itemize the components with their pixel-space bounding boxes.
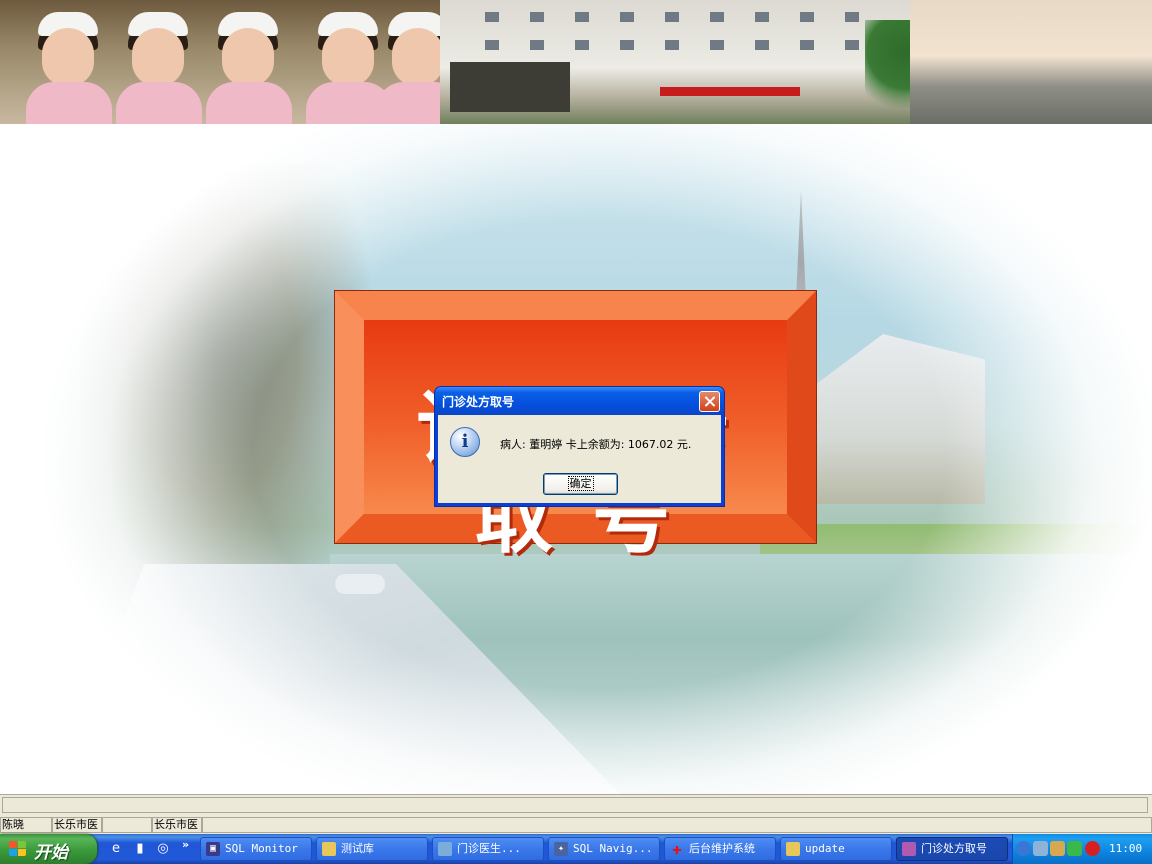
- sql-monitor-icon: ▣: [206, 842, 220, 856]
- ok-button-label: 确定: [567, 476, 594, 491]
- ie-icon[interactable]: e: [108, 841, 124, 857]
- app-icon: [438, 842, 452, 856]
- close-icon[interactable]: [699, 391, 720, 412]
- status-bar: 陈晓 长乐市医 长乐市医: [0, 816, 1152, 834]
- task-label: SQL Navig...: [573, 842, 653, 855]
- task-label: 测试库: [341, 842, 374, 855]
- task-label: 门诊处方取号: [921, 842, 987, 855]
- header-banner-image: [0, 0, 1152, 124]
- dialog-body: 病人: 董明婷 卡上余额为: 1067.02 元. 确定: [438, 415, 721, 503]
- clock: 11:00: [1109, 842, 1143, 855]
- task-label: 后台维护系统: [689, 842, 755, 855]
- task-label: 门诊医生...: [457, 842, 521, 855]
- status-panel-operator: 陈晓: [0, 817, 52, 833]
- nurses-photo: [0, 0, 462, 124]
- browser-icon[interactable]: ◎: [155, 841, 171, 857]
- task-update[interactable]: update: [780, 837, 892, 861]
- windows-logo-icon: [9, 841, 27, 857]
- status-panel-rest: [202, 817, 1152, 833]
- stop-icon[interactable]: [1085, 841, 1100, 856]
- task-label: update: [805, 842, 845, 855]
- status-bar-top: [0, 794, 1152, 816]
- red-cross-icon: ✚: [672, 839, 682, 858]
- ok-button[interactable]: 确定: [543, 473, 618, 495]
- info-icon: [450, 427, 480, 457]
- taskbar: 开始 e ▮ ◎ » ▣ SQL Monitor 测试库 门诊医生... ✦ S…: [0, 834, 1152, 864]
- dialog-titlebar[interactable]: 门诊处方取号: [435, 387, 724, 415]
- network-icon[interactable]: [1050, 841, 1065, 856]
- side-building-photo: [910, 0, 1152, 124]
- message-dialog: 门诊处方取号 病人: 董明婷 卡上余额为: 1067.02 元. 确定: [434, 386, 725, 507]
- folder-icon: [322, 842, 336, 856]
- shield-icon[interactable]: [1067, 841, 1082, 856]
- task-backend-maintenance[interactable]: ✚ 后台维护系统: [664, 837, 776, 861]
- printer-icon[interactable]: [1033, 841, 1048, 856]
- system-tray: 11:00: [1012, 834, 1152, 864]
- sql-navigator-icon: ✦: [554, 842, 568, 856]
- status-panel-empty: [102, 817, 152, 833]
- quicklaunch-more-icon[interactable]: »: [182, 838, 189, 851]
- tray-expand-icon[interactable]: [1016, 841, 1031, 856]
- task-prescription-queue[interactable]: 门诊处方取号: [896, 837, 1008, 861]
- task-label: SQL Monitor: [225, 842, 298, 855]
- desktop-icon[interactable]: ▮: [132, 841, 148, 857]
- status-panel-hospital: 长乐市医: [52, 817, 102, 833]
- task-clinic-doctor[interactable]: 门诊医生...: [432, 837, 544, 861]
- start-button[interactable]: 开始: [0, 834, 97, 864]
- task-test-db[interactable]: 测试库: [316, 837, 428, 861]
- app-icon: [902, 842, 916, 856]
- folder-icon: [786, 842, 800, 856]
- status-panel-hospital-2: 长乐市医: [152, 817, 202, 833]
- dialog-title: 门诊处方取号: [442, 395, 515, 409]
- task-sql-navigator[interactable]: ✦ SQL Navig...: [548, 837, 660, 861]
- start-label: 开始: [34, 843, 68, 863]
- dialog-message: 病人: 董明婷 卡上余额为: 1067.02 元.: [500, 438, 692, 451]
- task-sql-monitor[interactable]: ▣ SQL Monitor: [200, 837, 312, 861]
